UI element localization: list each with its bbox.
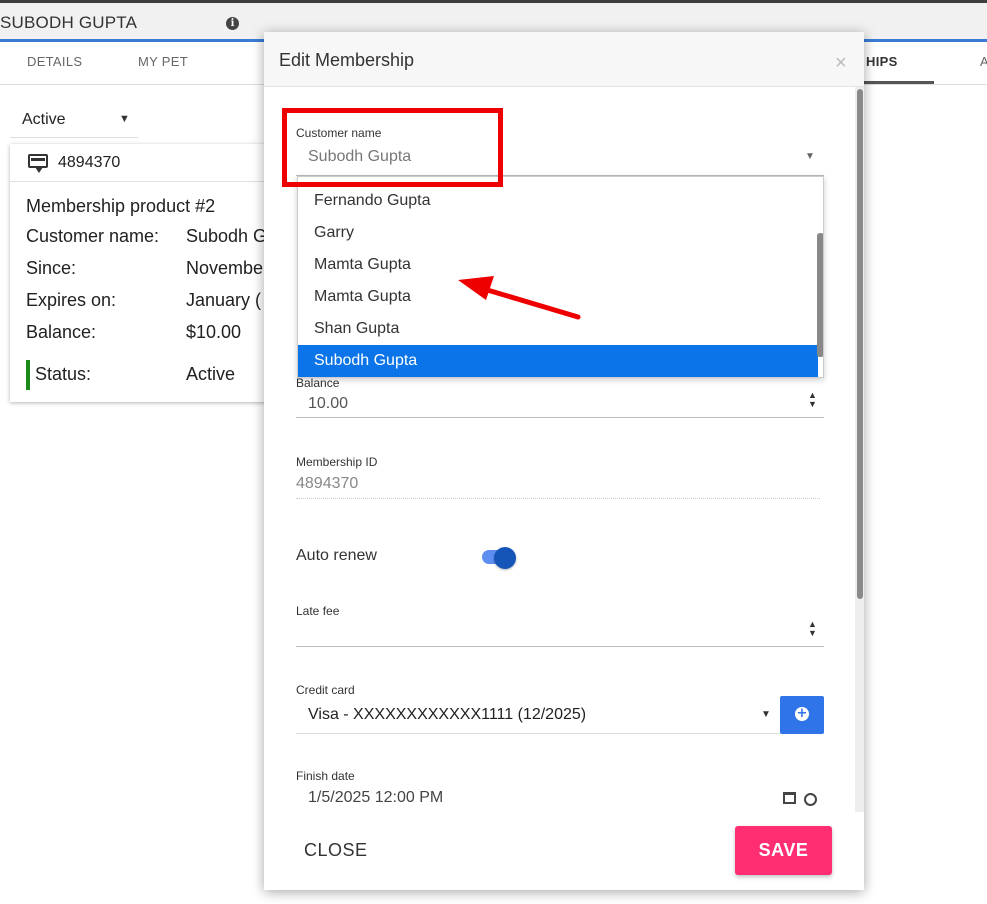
membership-id-field (296, 469, 820, 499)
page-title: SUBODH GUPTA (0, 13, 138, 32)
annotation-highlight-box (282, 108, 503, 187)
card-label-status: Status: (35, 364, 92, 384)
dropdown-option-mamta-gupta-2[interactable]: Mamta Gupta (298, 281, 818, 313)
dropdown-option-fernando-gupta[interactable]: Fernando Gupta (298, 185, 818, 217)
membership-product-name: Membership product #2 (26, 196, 216, 216)
membership-card-id: 4894370 (58, 154, 121, 171)
dialog-title: Edit Membership (279, 50, 415, 70)
credit-card-value: Visa - XXXXXXXXXXXX1111 (12/2025) (308, 706, 587, 723)
dialog-scrollbar-thumb[interactable] (857, 89, 863, 599)
card-value-expires: January ( (186, 290, 262, 310)
finish-date-label: Finish date (296, 769, 355, 783)
balance-input[interactable] (296, 390, 824, 418)
balance-value: 10.00 (308, 395, 349, 412)
card-label-since: Since: (26, 258, 77, 278)
close-button[interactable]: CLOSE (304, 840, 368, 861)
tab-next[interactable]: A (980, 54, 987, 69)
plus-circle-icon: + (795, 706, 809, 721)
membership-card-icon (28, 154, 48, 173)
late-fee-input[interactable] (296, 618, 824, 647)
status-filter-select[interactable]: Active ▼ (10, 102, 138, 138)
auto-renew-toggle-knob[interactable] (494, 547, 516, 569)
card-label-expires: Expires on: (26, 290, 117, 310)
dropdown-option-shan-gupta[interactable]: Shan Gupta (298, 313, 818, 345)
status-indicator-bar (26, 360, 30, 390)
finish-date-value[interactable]: 1/5/2025 12:00 PM (308, 789, 443, 807)
auto-renew-label: Auto renew (296, 547, 377, 564)
calendar-icon[interactable] (783, 792, 796, 804)
dropdown-option-garry[interactable]: Garry (298, 217, 818, 249)
caret-down-icon: ▼ (805, 151, 815, 162)
tab-details[interactable]: DETAILS (27, 54, 82, 69)
clock-icon[interactable] (804, 793, 817, 806)
membership-card[interactable]: 4894370 Membership product #2 Customer n… (10, 144, 280, 402)
membership-id-value: 4894370 (296, 475, 359, 492)
card-label-customer: Customer name: (26, 226, 160, 246)
dropdown-scrollbar[interactable] (817, 233, 823, 357)
caret-down-icon: ▼ (119, 113, 130, 125)
dropdown-option-mamta-gupta[interactable]: Mamta Gupta (298, 249, 818, 281)
spinner-arrows-icon[interactable]: ▲ ▼ (808, 620, 817, 638)
credit-card-label: Credit card (296, 683, 355, 697)
info-icon[interactable]: i (226, 17, 239, 30)
active-tab-indicator (858, 81, 934, 84)
dialog-header: Edit Membership × (264, 32, 864, 87)
card-value-customer: Subodh G (186, 226, 268, 246)
card-label-balance: Balance: (26, 322, 97, 342)
card-value-status: Active (186, 364, 236, 384)
spinner-arrows-icon[interactable]: ▲ ▼ (808, 391, 817, 409)
late-fee-label: Late fee (296, 604, 340, 618)
membership-card-header: 4894370 (10, 144, 280, 182)
close-icon[interactable]: × (835, 52, 847, 75)
dialog-footer: CLOSE SAVE (264, 812, 864, 890)
dialog-scrollbar[interactable] (855, 87, 864, 812)
save-button[interactable]: SAVE (735, 826, 832, 875)
customer-name-dropdown: Fernando Gupta Garry Mamta Gupta Mamta G… (297, 176, 824, 378)
membership-id-label: Membership ID (296, 455, 378, 469)
card-value-balance: $10.00 (186, 322, 242, 342)
status-filter-value: Active (22, 111, 66, 128)
caret-down-icon: ▼ (761, 709, 771, 720)
card-value-since: Novembe (186, 258, 264, 278)
tab-my-pet[interactable]: MY PET (138, 54, 188, 69)
add-credit-card-button[interactable]: + (780, 696, 824, 734)
tab-memberships[interactable]: HIPS (866, 54, 898, 69)
dropdown-option-subodh-gupta[interactable]: Subodh Gupta (298, 345, 818, 377)
balance-label: Balance (296, 376, 340, 390)
